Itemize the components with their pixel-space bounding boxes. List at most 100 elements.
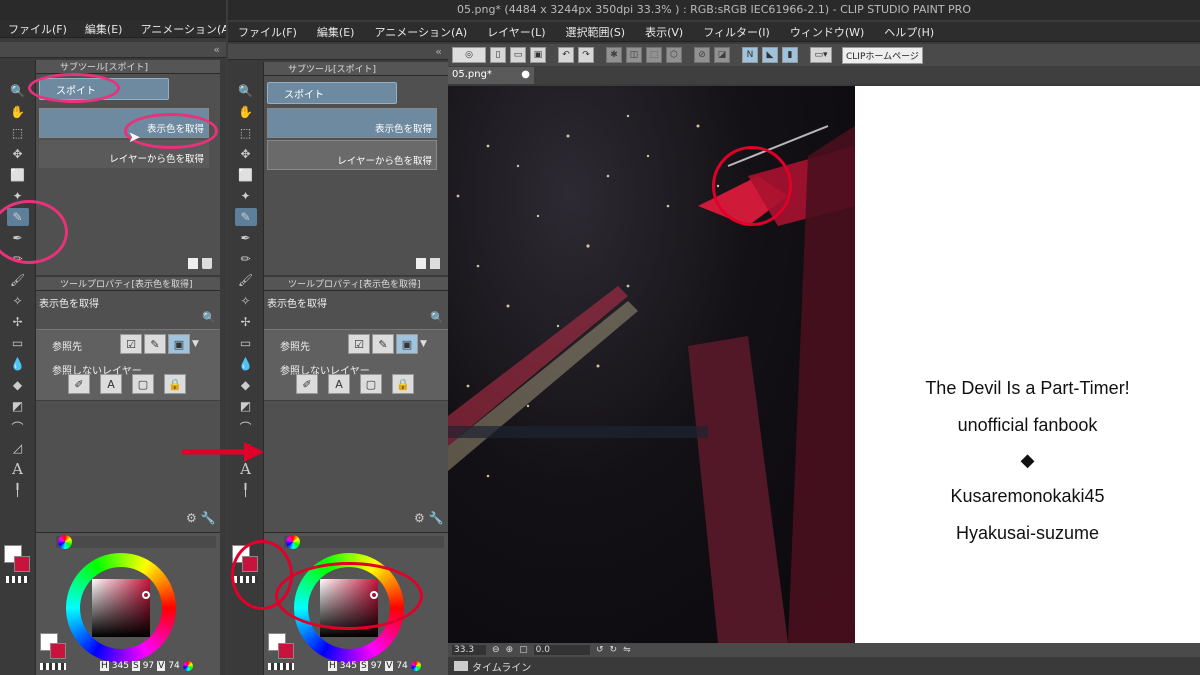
snap-ruler-icon[interactable]: N — [742, 47, 758, 63]
reference-selector[interactable]: ☑ ✎ ▣ ▼ — [120, 334, 202, 354]
fill-tool-icon[interactable]: ◆ — [7, 376, 29, 394]
delete-subtool-icon[interactable] — [202, 258, 212, 269]
undo-icon[interactable]: ↶ — [558, 47, 574, 63]
menu-window[interactable]: ウィンドウ(W) — [790, 24, 864, 40]
reference-selector[interactable]: ☑ ✎ ▣ ▼ — [348, 334, 430, 354]
ruler-tool-icon[interactable]: ◿ — [7, 439, 29, 457]
fill-layer-icon[interactable]: ◫ — [626, 47, 642, 63]
new-file-icon[interactable]: ▯ — [490, 47, 506, 63]
subtool-group-button[interactable]: スポイト — [267, 82, 397, 104]
zoom-out-icon[interactable]: ⊖ — [492, 645, 500, 655]
eyedropper-tool-icon[interactable]: ✎ — [234, 208, 257, 226]
color-mode-icon[interactable] — [410, 661, 421, 671]
operation-tool-icon[interactable]: ⬚ — [235, 124, 257, 142]
crop-icon[interactable]: ⊘ — [694, 47, 710, 63]
brush-tool-icon[interactable]: 🖌 — [7, 271, 29, 289]
flip-icon[interactable]: ⇋ — [623, 645, 631, 655]
gradient-tool-icon[interactable]: ◩ — [7, 397, 29, 415]
decoration-tool-icon[interactable]: ✢ — [7, 313, 29, 331]
gradient-tool-icon[interactable]: ◩ — [235, 397, 257, 415]
saturation-value-square[interactable] — [92, 579, 150, 637]
correct-line-tool-icon[interactable]: ╿ — [235, 481, 257, 499]
operation-tool-icon[interactable]: ⬚ — [7, 124, 29, 142]
subtool-item-display-color[interactable]: 表示色を取得 — [267, 108, 437, 138]
hand-tool-icon[interactable]: ✋ — [235, 103, 257, 121]
exclude-draft-layer-icon[interactable]: ✐ — [296, 374, 318, 394]
ref-selected-layer-icon[interactable]: ▣ — [168, 334, 190, 354]
blend-tool-icon[interactable]: 💧 — [7, 355, 29, 373]
menu-filter[interactable]: フィルター(I) — [703, 24, 770, 40]
move-tool-icon[interactable]: ✥ — [7, 145, 29, 163]
clip-studio-icon[interactable]: ◎ — [452, 47, 486, 63]
color-wheel-tab-icon[interactable] — [58, 535, 72, 549]
ref-reference-layer-icon[interactable]: ✎ — [144, 334, 166, 354]
pencil-tool-icon[interactable]: ✏ — [235, 250, 257, 268]
correct-line-tool-icon[interactable]: ╿ — [7, 481, 29, 499]
exclude-locked-layer-icon[interactable]: 🔒 — [392, 374, 414, 394]
menu-file[interactable]: ファイル(F) — [238, 24, 297, 40]
menu-edit[interactable]: 編集(E) — [317, 24, 355, 40]
save-file-icon[interactable]: ▣ — [530, 47, 546, 63]
menu-help[interactable]: ヘルプ(H) — [884, 24, 934, 40]
transform-icon[interactable]: ⬚ — [646, 47, 662, 63]
menu-selection[interactable]: 選択範囲(S) — [566, 24, 626, 40]
exclude-locked-layer-icon[interactable]: 🔒 — [164, 374, 186, 394]
new-subtool-icon[interactable] — [416, 258, 426, 269]
move-tool-icon[interactable]: ✥ — [235, 145, 257, 163]
collapse-panel-icon[interactable]: « — [213, 43, 220, 56]
sub-color-swatch-2[interactable] — [50, 643, 66, 659]
deselect-icon[interactable]: ⬡ — [666, 47, 682, 63]
brush-tool-icon[interactable]: 🖌 — [235, 271, 257, 289]
auto-select-tool-icon[interactable]: ✦ — [235, 187, 257, 205]
sub-color-swatch-2[interactable] — [278, 643, 294, 659]
color-mode-icon[interactable] — [182, 661, 193, 671]
tool-property-search-icon[interactable]: 🔍 — [430, 311, 444, 324]
selection-tool-icon[interactable]: ⬜ — [235, 166, 257, 184]
color-wheel[interactable] — [66, 553, 176, 663]
exclude-paper-layer-icon[interactable]: ▢ — [132, 374, 154, 394]
snap-grid-icon[interactable]: ▮ — [782, 47, 798, 63]
transparent-swatch[interactable] — [6, 576, 30, 583]
menu-file[interactable]: ファイル(F) — [8, 21, 67, 37]
menu-edit[interactable]: 編集(E) — [85, 21, 123, 37]
fill-tool-icon[interactable]: ◆ — [235, 376, 257, 394]
document-tab[interactable]: 05.png* ● — [448, 67, 534, 84]
angle-value[interactable]: 0.0 — [533, 645, 590, 655]
invert-selection-icon[interactable]: ◪ — [714, 47, 730, 63]
eraser-tool-icon[interactable]: ▭ — [7, 334, 29, 352]
figure-tool-icon[interactable]: ⌒ — [235, 418, 257, 436]
color-wheel-tab-icon[interactable] — [286, 535, 300, 549]
new-subtool-icon[interactable] — [188, 258, 198, 269]
clip-home-button[interactable]: CLIPホームページ — [842, 46, 923, 64]
ref-dropdown-icon[interactable]: ▼ — [420, 334, 427, 354]
blend-tool-icon[interactable]: 💧 — [235, 355, 257, 373]
open-file-icon[interactable]: ▭ — [510, 47, 526, 63]
decoration-tool-icon[interactable]: ✢ — [235, 313, 257, 331]
tool-settings-icon[interactable]: ⚙ 🔧 — [414, 511, 444, 525]
transparent-swatch-2[interactable] — [40, 663, 66, 670]
redo-icon[interactable]: ↷ — [578, 47, 594, 63]
ref-selected-layer-icon[interactable]: ▣ — [396, 334, 418, 354]
menu-view[interactable]: 表示(V) — [645, 24, 683, 40]
rotate-right-icon[interactable]: ↻ — [610, 645, 618, 655]
rotate-left-icon[interactable]: ↺ — [596, 645, 604, 655]
window-layout-icon[interactable]: ▭▾ — [810, 47, 832, 63]
timeline-tab[interactable]: タイムライン — [472, 659, 531, 674]
text-tool-icon[interactable]: A — [7, 460, 29, 478]
exclude-paper-layer-icon[interactable]: ▢ — [360, 374, 382, 394]
eraser-tool-icon[interactable]: ▭ — [235, 334, 257, 352]
ref-all-layers-icon[interactable]: ☑ — [348, 334, 370, 354]
hand-tool-icon[interactable]: ✋ — [7, 103, 29, 121]
ref-dropdown-icon[interactable]: ▼ — [192, 334, 199, 354]
figure-tool-icon[interactable]: ⌒ — [7, 418, 29, 436]
zoom-tool-icon[interactable]: 🔍 — [235, 82, 257, 100]
delete-subtool-icon[interactable] — [430, 258, 440, 269]
subtool-item-layer-color[interactable]: レイヤーから色を取得 — [267, 140, 437, 170]
canvas-photo[interactable] — [448, 86, 855, 643]
zoom-tool-icon[interactable]: 🔍 — [7, 82, 29, 100]
sub-color-swatch[interactable] — [14, 556, 30, 572]
ref-all-layers-icon[interactable]: ☑ — [120, 334, 142, 354]
tool-settings-icon[interactable]: ⚙ 🔧 — [186, 511, 216, 525]
menu-layer[interactable]: レイヤー(L) — [487, 24, 545, 40]
fit-icon[interactable]: ▢ — [519, 645, 528, 655]
